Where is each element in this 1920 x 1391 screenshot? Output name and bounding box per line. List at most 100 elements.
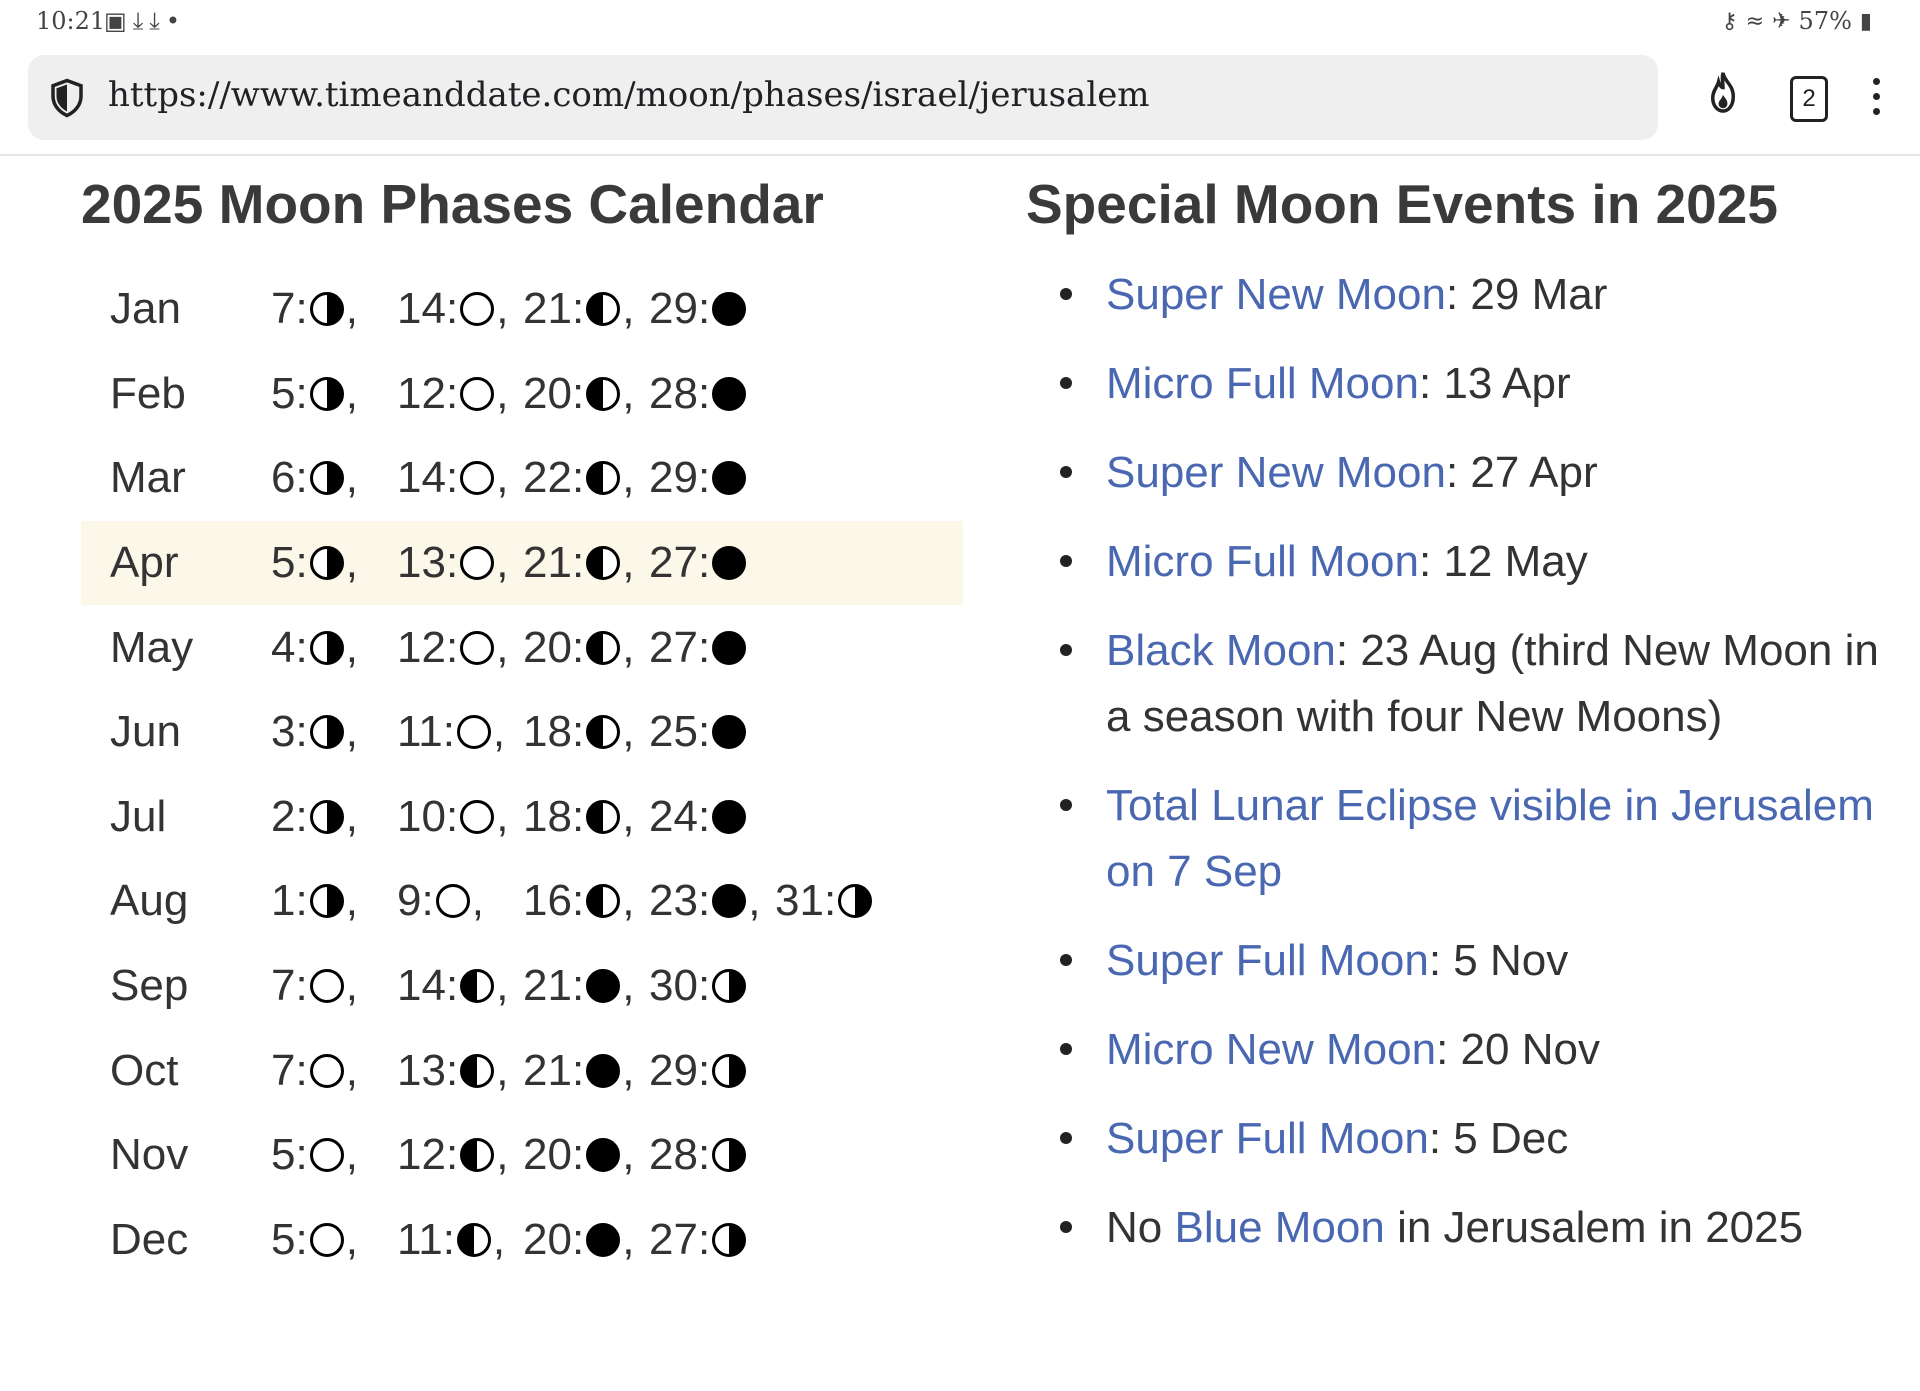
address-bar[interactable]: https://www.timeanddate.com/moon/phases/… xyxy=(28,55,1658,140)
shield-icon[interactable] xyxy=(46,77,88,119)
phase-day: 27 xyxy=(649,1214,698,1264)
phase-entry: 7:, xyxy=(271,961,358,1011)
event-link[interactable]: Blue Moon xyxy=(1174,1203,1384,1252)
phase-day: 7 xyxy=(271,961,296,1011)
calendar-row: May 4:, 12:, 20:, 27: xyxy=(81,605,963,690)
month-label: Apr xyxy=(110,538,179,588)
event-link[interactable]: Super Full Moon xyxy=(1106,936,1429,985)
fire-icon[interactable] xyxy=(1705,70,1741,114)
third-moon-icon xyxy=(460,969,495,1004)
phase-day: 11 xyxy=(397,707,443,757)
calendar-row: Aug 1:, 9:, 16:, 23:, 31: xyxy=(81,859,963,944)
tab-switcher-button[interactable]: 2 xyxy=(1790,76,1828,122)
phase-entry: 27: xyxy=(649,538,775,588)
phase-entry: 18:, xyxy=(523,707,635,757)
phase-entry: 11:, xyxy=(397,1214,506,1264)
phase-entry: 21:, xyxy=(523,538,635,588)
first-moon-icon xyxy=(838,884,873,919)
phase-list: 3:, 11:, 18:, 25: xyxy=(271,707,775,757)
phase-entry: 20:, xyxy=(523,1214,635,1264)
event-detail: : 27 Apr xyxy=(1445,448,1598,497)
phase-day: 21 xyxy=(523,538,572,588)
calendar-row: Feb 5:, 12:, 20:, 28: xyxy=(81,352,963,437)
event-item: Super Full Moon: 5 Nov xyxy=(1040,928,1900,994)
full-moon-icon xyxy=(460,546,495,581)
event-prefix: No xyxy=(1106,1203,1175,1252)
full-moon-icon xyxy=(460,292,495,327)
event-link[interactable]: Super New Moon xyxy=(1106,448,1446,497)
first-moon-icon xyxy=(712,1053,747,1088)
notification-icons: ▣⤓⤓• xyxy=(104,7,186,35)
phase-day: 13 xyxy=(397,1045,446,1095)
phase-day: 7 xyxy=(271,284,296,334)
event-link[interactable]: Micro New Moon xyxy=(1106,1025,1436,1074)
events-title: Special Moon Events in 2025 xyxy=(1026,173,1778,235)
month-label: May xyxy=(110,622,194,672)
phase-entry: 12:, xyxy=(397,622,509,672)
month-label: Jan xyxy=(110,284,181,334)
url-text[interactable]: https://www.timeanddate.com/moon/phases/… xyxy=(108,75,1150,115)
phase-entry: 6:, xyxy=(271,453,358,503)
full-moon-icon xyxy=(309,969,344,1004)
bullet-icon xyxy=(1060,288,1072,300)
third-moon-icon xyxy=(586,715,621,750)
bullet-icon xyxy=(1060,555,1072,567)
event-link[interactable]: Total Lunar Eclipse visible in Jerusalem… xyxy=(1106,781,1874,896)
phase-entry: 24: xyxy=(649,792,775,842)
event-link[interactable]: Super Full Moon xyxy=(1106,1114,1429,1163)
phase-entry: 2:, xyxy=(271,791,358,841)
third-moon-icon xyxy=(586,799,621,834)
event-link[interactable]: Micro Full Moon xyxy=(1106,359,1419,408)
phase-entry: 14:, xyxy=(397,961,509,1011)
third-moon-icon xyxy=(586,546,621,581)
phase-day: 16 xyxy=(523,876,572,926)
new-moon-icon xyxy=(586,969,621,1004)
phase-entry: 11:, xyxy=(397,707,506,757)
full-moon-icon xyxy=(309,1138,344,1173)
third-moon-icon xyxy=(456,1222,491,1257)
key-icon: ⚷ xyxy=(1721,8,1738,34)
phase-day: 7 xyxy=(271,1045,296,1095)
full-moon-icon xyxy=(460,799,495,834)
phase-entry: 21:, xyxy=(523,961,635,1011)
phase-entry: 5:, xyxy=(271,1214,358,1264)
status-time: 10:21 xyxy=(36,7,106,35)
full-moon-icon xyxy=(309,1222,344,1257)
phase-day: 4 xyxy=(271,622,296,672)
download-icon: ⤓ xyxy=(149,7,166,35)
calendar-row: Apr 5:, 13:, 21:, 27: xyxy=(81,520,963,606)
new-moon-icon xyxy=(712,292,747,327)
phase-entry: 21:, xyxy=(523,1045,635,1095)
phase-day: 21 xyxy=(523,961,572,1011)
system-icons: ⚷ ≈ ✈ 57% ▮ xyxy=(1722,7,1872,35)
image-icon: ▣ xyxy=(104,7,133,35)
phase-day: 18 xyxy=(523,791,572,841)
phase-entry: 5:, xyxy=(271,368,358,418)
event-link[interactable]: Black Moon xyxy=(1106,626,1336,675)
bullet-icon xyxy=(1060,377,1072,389)
phase-entry: 20:, xyxy=(523,1130,635,1180)
phase-entry: 27: xyxy=(649,1215,775,1265)
more-menu-icon[interactable] xyxy=(1870,78,1882,118)
bullet-icon xyxy=(1060,644,1072,656)
phase-list: 7:, 14:, 21:, 29: xyxy=(271,284,775,334)
calendar-row: Dec 5:, 11:, 20:, 27: xyxy=(81,1198,963,1283)
calendar-title: 2025 Moon Phases Calendar xyxy=(81,173,824,235)
phase-entry: 23:, xyxy=(649,876,761,926)
month-label: Dec xyxy=(110,1214,189,1264)
first-moon-icon xyxy=(309,799,344,834)
new-moon-icon xyxy=(712,884,747,919)
battery-percent: 57% xyxy=(1798,7,1852,35)
event-link[interactable]: Micro Full Moon xyxy=(1106,537,1419,586)
event-link[interactable]: Super New Moon xyxy=(1106,270,1446,319)
third-moon-icon xyxy=(586,376,621,411)
phase-list: 5:, 12:, 20:, 28: xyxy=(271,369,775,419)
phase-day: 23 xyxy=(649,876,698,926)
new-moon-icon xyxy=(586,1222,621,1257)
third-moon-icon xyxy=(586,461,621,496)
phase-entry: 5:, xyxy=(271,538,358,588)
calendar-row: Mar 6:, 14:, 22:, 29: xyxy=(81,436,963,521)
toolbar-divider xyxy=(0,154,1920,156)
phase-entry: 29: xyxy=(649,453,775,503)
phase-day: 5 xyxy=(271,538,296,588)
